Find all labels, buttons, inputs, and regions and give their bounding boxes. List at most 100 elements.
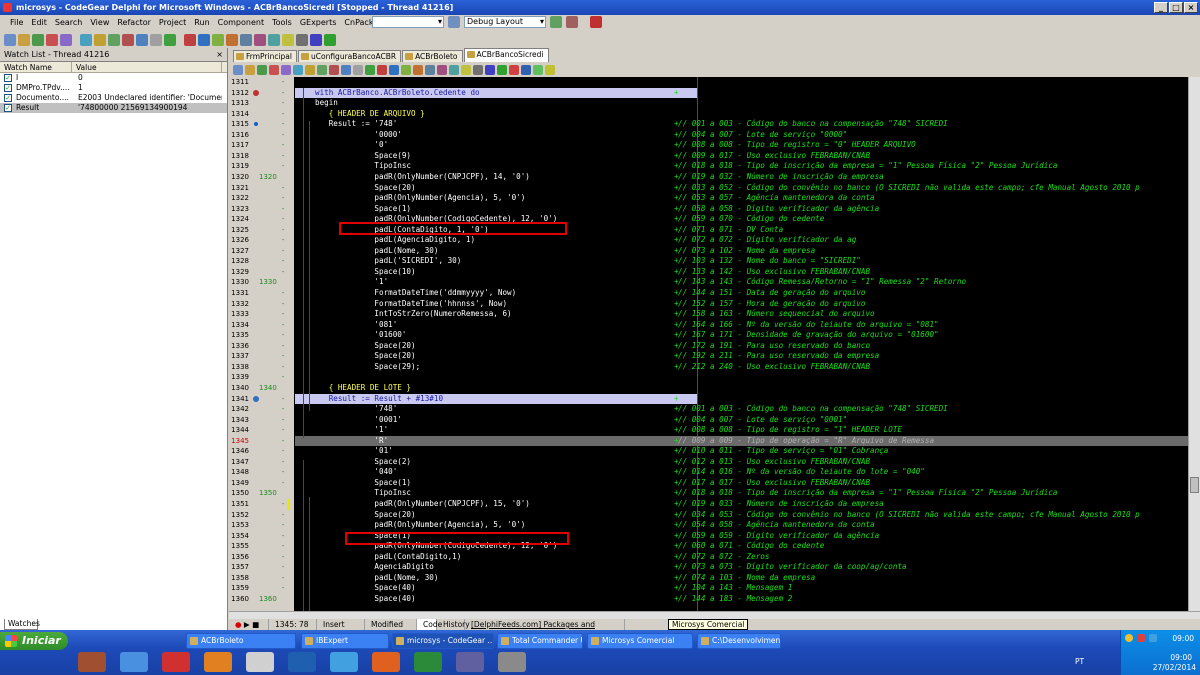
feed-link[interactable]: [DelphiFeeds.com] Packages and initializ… [465, 619, 625, 640]
editor-toolbar-icon-12[interactable] [365, 65, 375, 75]
taskbar-button[interactable]: Total Commander Ulti... [497, 633, 583, 649]
editor-toolbar-icon-20[interactable] [461, 65, 471, 75]
menu-item-refactor[interactable]: Refactor [113, 18, 155, 27]
toolbar-icon-5[interactable] [60, 34, 72, 46]
taskbar-button[interactable]: ACBrBoleto [186, 633, 296, 649]
toolbar-icon-9[interactable] [122, 34, 134, 46]
editor-toolbar-icon-6[interactable] [293, 65, 303, 75]
editor-toolbar-icon-8[interactable] [317, 65, 327, 75]
watch-checkbox[interactable]: ✓ [4, 74, 12, 82]
breakpoint-icon[interactable] [253, 395, 259, 402]
save-desktop-icon[interactable] [448, 16, 460, 28]
toolbar-icon-23[interactable] [324, 34, 336, 46]
toolbar-icon-7[interactable] [94, 34, 106, 46]
desktop-combo[interactable] [372, 16, 444, 28]
clock-date[interactable]: 27/02/2014 [1153, 663, 1196, 672]
toolbar-icon-10[interactable] [136, 34, 148, 46]
menu-item-tools[interactable]: Tools [268, 18, 296, 27]
close-icon[interactable]: × [216, 48, 223, 62]
quick-launch-icon[interactable] [204, 652, 232, 672]
toolbar-icon-6[interactable] [80, 34, 92, 46]
quick-launch-icon[interactable] [162, 652, 190, 672]
watch-value-header[interactable]: Value [72, 62, 222, 72]
toolbar-icon-1[interactable] [4, 34, 16, 46]
toolbar-icon-17[interactable] [240, 34, 252, 46]
editor-toolbar-icon-14[interactable] [389, 65, 399, 75]
toolbar-icon-19[interactable] [268, 34, 280, 46]
editor-toolbar-icon-24[interactable] [509, 65, 519, 75]
menu-item-gexperts[interactable]: GExperts [296, 18, 341, 27]
network-icon[interactable] [1125, 634, 1133, 642]
editor-toolbar-icon-13[interactable] [377, 65, 387, 75]
editor-toolbar-icon-2[interactable] [245, 65, 255, 75]
toolbar-icon-3[interactable] [32, 34, 44, 46]
taskbar-button[interactable]: microsys - CodeGear ... [392, 633, 494, 649]
minimize-button[interactable]: _ [1154, 2, 1168, 13]
menu-item-view[interactable]: View [86, 18, 113, 27]
quick-launch-icon[interactable] [330, 652, 358, 672]
toolbar-icon-8[interactable] [108, 34, 120, 46]
menu-item-file[interactable]: File [6, 18, 27, 27]
editor-toolbar-icon-1[interactable] [233, 65, 243, 75]
quick-launch-icon[interactable] [456, 652, 484, 672]
language-indicator[interactable]: PT [1075, 657, 1084, 666]
watch-checkbox[interactable]: ✓ [4, 84, 12, 92]
scroll-thumb[interactable] [1190, 477, 1199, 493]
watch-name-header[interactable]: Watch Name [0, 62, 72, 72]
editor-toolbar-icon-19[interactable] [449, 65, 459, 75]
quick-launch-icon[interactable] [414, 652, 442, 672]
watch-checkbox[interactable]: ✓ [4, 94, 12, 102]
layout-combo[interactable]: Debug Layout [464, 16, 546, 28]
maximize-button[interactable]: □ [1169, 2, 1183, 13]
toolbar-icon-11[interactable] [150, 34, 162, 46]
editor-toolbar-icon-21[interactable] [473, 65, 483, 75]
horizontal-scrollbar[interactable] [229, 611, 1200, 619]
toolbar-icon-12[interactable] [164, 34, 176, 46]
taskbar-button[interactable]: C:\Desenvolvimento\... [697, 633, 781, 649]
editor-toolbar-icon-4[interactable] [269, 65, 279, 75]
close-button[interactable]: × [1184, 2, 1198, 13]
breakpoint-dot-icon[interactable] [254, 122, 258, 127]
menu-item-edit[interactable]: Edit [27, 18, 51, 27]
code-editor[interactable]: 1311 - 1312 - with ACBrBanco.ACBrBoleto.Cede… [229, 77, 1200, 611]
editor-toolbar-icon-26[interactable] [533, 65, 543, 75]
toolbar-icon-20[interactable] [282, 34, 294, 46]
toolbar-icon-22[interactable] [310, 34, 322, 46]
menu-item-component[interactable]: Component [214, 18, 268, 27]
toolbar-icon-14[interactable] [198, 34, 210, 46]
help-icon[interactable] [590, 16, 602, 28]
editor-toolbar-icon-11[interactable] [353, 65, 363, 75]
toolbar-icon-4[interactable] [46, 34, 58, 46]
toolbar-icon-16[interactable] [226, 34, 238, 46]
quick-launch-icon[interactable] [498, 652, 526, 672]
taskbar-button[interactable]: IBExpert [301, 633, 389, 649]
start-button[interactable]: Iniciar [0, 632, 68, 650]
editor-toolbar-icon-23[interactable] [497, 65, 507, 75]
quick-launch-icon[interactable] [288, 652, 316, 672]
watch-row[interactable]: ✓ I 0 [0, 73, 227, 83]
watch-row[interactable]: ✓ DMPro.TPdv.... 1 [0, 83, 227, 93]
quick-launch-icon[interactable] [246, 652, 274, 672]
file-tab[interactable]: ACBrBoleto [402, 50, 463, 62]
toolbar-icon-15[interactable] [212, 34, 224, 46]
clock-time[interactable]: 09:00 [1170, 653, 1192, 662]
watch-row[interactable]: ✓ Result '74800000 21569134900194 [0, 103, 227, 113]
editor-toolbar-icon-9[interactable] [329, 65, 339, 75]
editor-toolbar-icon-15[interactable] [401, 65, 411, 75]
toolbar-icon-13[interactable] [184, 34, 196, 46]
editor-toolbar-icon-17[interactable] [425, 65, 435, 75]
security-icon[interactable] [1137, 634, 1145, 642]
desktop-settings-icon[interactable] [550, 16, 562, 28]
quick-launch-icon[interactable] [78, 652, 106, 672]
menu-item-run[interactable]: Run [190, 18, 213, 27]
file-tab[interactable]: FrmPrincipal [233, 50, 297, 62]
breakpoint-icon[interactable] [253, 89, 259, 96]
watch-checkbox[interactable]: ✓ [4, 104, 12, 112]
editor-toolbar-icon-25[interactable] [521, 65, 531, 75]
file-tab[interactable]: uConfiguraBancoACBR [298, 50, 402, 62]
watch-row[interactable]: ✓ Documento.... E2003 Undeclared identifie… [0, 93, 227, 103]
editor-toolbar-icon-22[interactable] [485, 65, 495, 75]
tab-code[interactable]: Code [417, 619, 442, 630]
vertical-scrollbar[interactable] [1188, 77, 1200, 611]
tab-history[interactable]: History [437, 619, 470, 630]
